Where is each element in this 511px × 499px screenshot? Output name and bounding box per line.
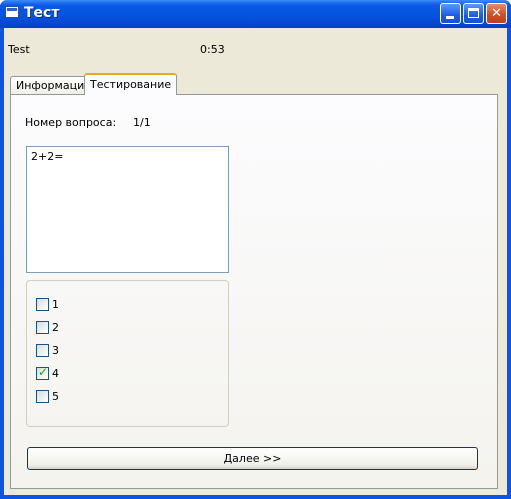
title-bar[interactable]: Тест ✕: [0, 0, 511, 28]
answer-label: 4: [52, 367, 59, 380]
maximize-button[interactable]: [463, 3, 484, 24]
window-bottom-border: [0, 495, 511, 499]
answer-checkbox[interactable]: [36, 298, 49, 311]
window-icon: [5, 6, 19, 18]
question-number-value: 1/1: [133, 116, 151, 129]
answer-checkbox[interactable]: [36, 321, 49, 334]
window-title: Тест: [24, 5, 60, 21]
close-button[interactable]: ✕: [486, 3, 507, 24]
answer-label: 3: [52, 344, 59, 357]
answers-group: 1 2 3 4 5: [26, 280, 229, 427]
tab-testing[interactable]: Тестирование: [84, 73, 178, 95]
close-icon: ✕: [491, 6, 502, 21]
next-button[interactable]: Далее >>: [27, 447, 478, 470]
question-text[interactable]: 2+2=: [26, 146, 229, 273]
client-area: Test 0:53 Информация Тестирование Номер …: [4, 28, 507, 495]
minimize-button[interactable]: [440, 3, 461, 24]
question-number-label: Номер вопроса:: [25, 116, 117, 129]
timer: 0:53: [200, 43, 225, 56]
maximize-icon: [468, 8, 479, 18]
answer-label: 5: [52, 390, 59, 403]
answer-checkbox[interactable]: [36, 390, 49, 403]
test-name: Test: [8, 43, 30, 56]
answer-label: 2: [52, 321, 59, 334]
app-window: Тест ✕ Test 0:53 Информация Тестирование…: [0, 0, 511, 499]
answer-checkbox[interactable]: [36, 365, 49, 380]
answer-checkbox[interactable]: [36, 344, 49, 357]
minimize-icon: [446, 16, 454, 19]
answer-label: 1: [52, 298, 59, 311]
tab-panel-testing: Номер вопроса: 1/1 2+2= 1 2 3 4: [10, 94, 498, 489]
